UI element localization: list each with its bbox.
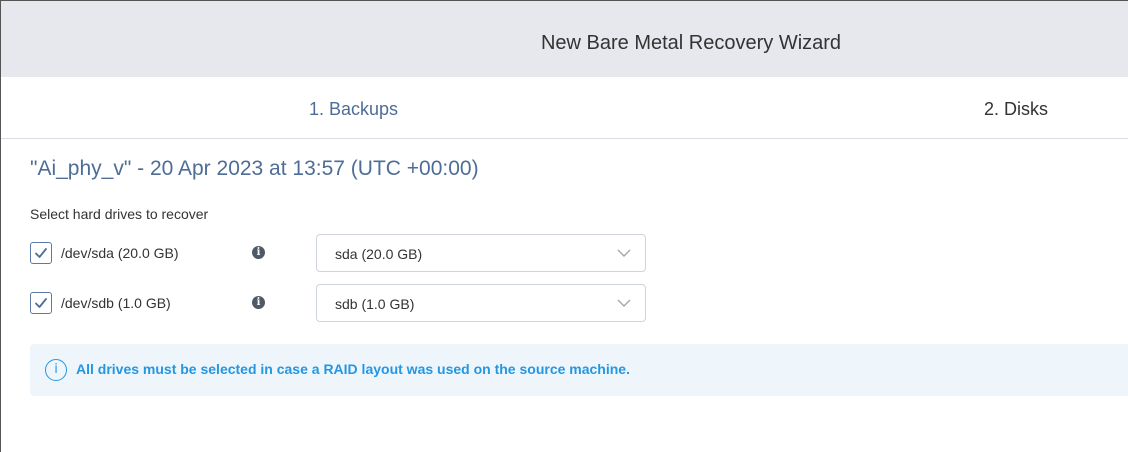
- wizard-title: New Bare Metal Recovery Wizard: [540, 32, 842, 54]
- step-disks[interactable]: 2. Disks: [984, 99, 1048, 120]
- drive-checkbox-sda[interactable]: [30, 242, 52, 264]
- drive-label-sdb: /dev/sdb (1.0 GB): [61, 295, 171, 311]
- select-value: sdb (1.0 GB): [335, 296, 415, 312]
- step-backups[interactable]: 1. Backups: [309, 99, 398, 120]
- select-value: sda (20.0 GB): [335, 246, 423, 262]
- wizard-window: New Bare Metal Recovery Wizard 1. Backup…: [0, 0, 1128, 452]
- chevron-down-icon: [617, 299, 631, 307]
- raid-notice: i All drives must be selected in case a …: [30, 344, 1128, 396]
- chevron-down-icon: [617, 249, 631, 257]
- drive-row: /dev/sda (20.0 GB) i sda (20.0 GB): [30, 234, 650, 274]
- wizard-steps: 1. Backups 2. Disks: [1, 77, 1128, 139]
- notice-text: All drives must be selected in case a RA…: [76, 361, 630, 377]
- checkmark-icon: [35, 248, 47, 258]
- target-disk-select-sda[interactable]: sda (20.0 GB): [316, 234, 646, 272]
- checkmark-icon: [35, 298, 47, 308]
- drive-row: /dev/sdb (1.0 GB) i sdb (1.0 GB): [30, 284, 650, 324]
- info-icon[interactable]: i: [252, 296, 265, 309]
- backup-title: "Ai_phy_v" - 20 Apr 2023 at 13:57 (UTC +…: [30, 157, 479, 180]
- info-icon[interactable]: i: [252, 246, 265, 259]
- info-circle-icon: i: [45, 359, 67, 381]
- select-drives-label: Select hard drives to recover: [30, 206, 209, 222]
- drive-checkbox-sdb[interactable]: [30, 292, 52, 314]
- drive-label-sda: /dev/sda (20.0 GB): [61, 245, 179, 261]
- wizard-header: New Bare Metal Recovery Wizard: [1, 1, 1128, 77]
- target-disk-select-sdb[interactable]: sdb (1.0 GB): [316, 284, 646, 322]
